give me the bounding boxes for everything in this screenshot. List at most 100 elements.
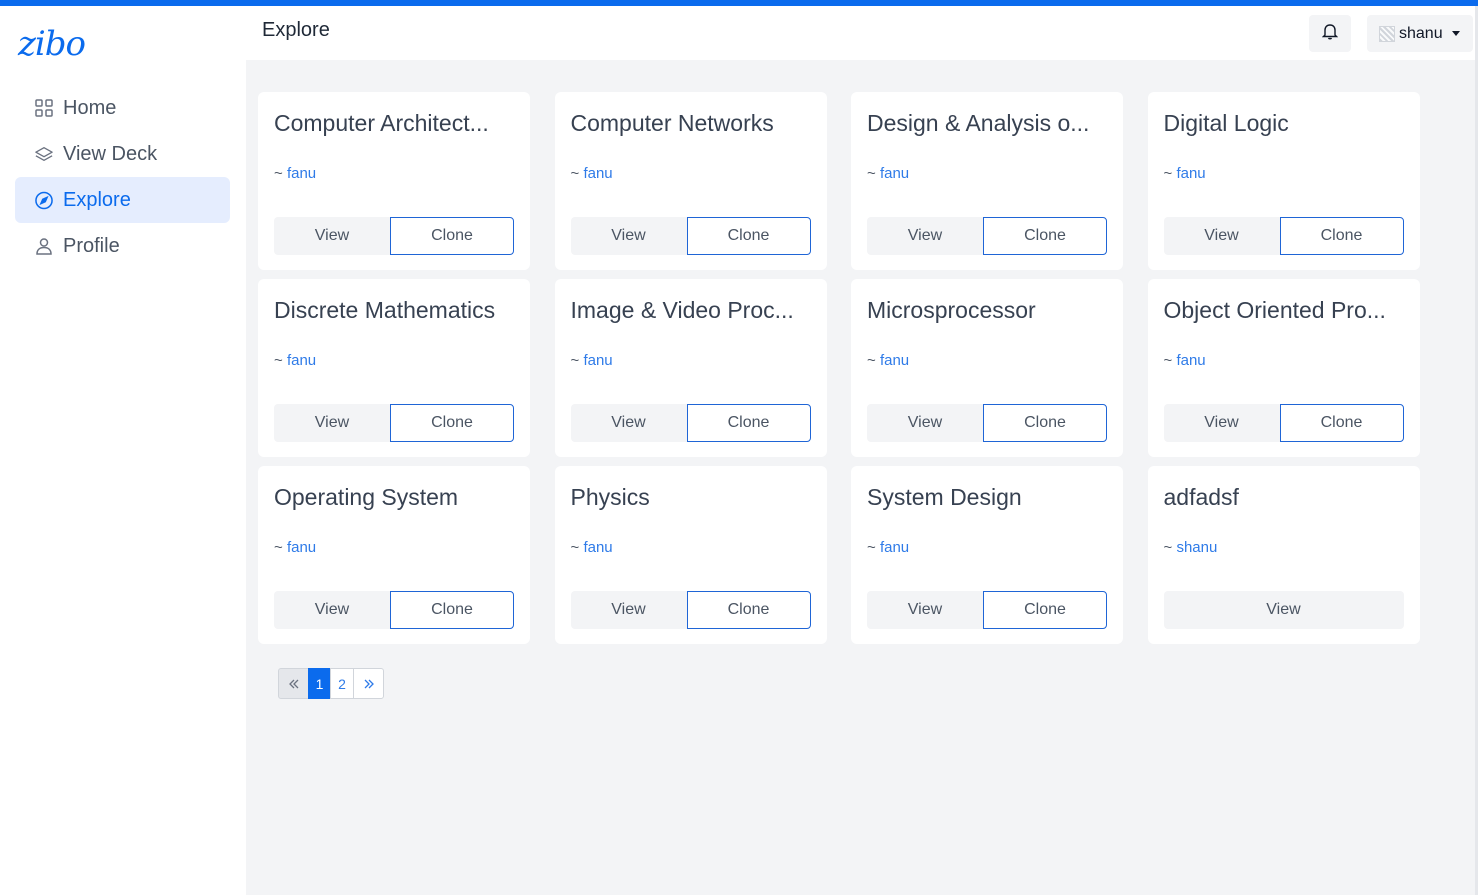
deck-author: ~ fanu [867,352,909,369]
author-prefix: ~ [570,352,580,369]
deck-author: ~ fanu [571,352,613,369]
deck-actions: View Clone [274,217,514,255]
deck-title: Object Oriented Pro... [1163,297,1386,323]
pagination-prev-button[interactable] [278,668,309,699]
pagination-page-1[interactable]: 1 [308,668,331,699]
deck-card: Operating System ~ fanu View Clone [258,466,530,644]
grid-icon [35,99,53,117]
logo[interactable]: zibo [18,24,86,64]
deck-card: adfadsf ~ shanu View [1147,466,1420,644]
clone-button[interactable]: Clone [686,591,811,629]
user-icon [35,237,53,255]
clone-button[interactable]: Clone [686,217,811,255]
deck-actions: View Clone [867,591,1107,629]
sidebar-item-label: View Deck [63,142,158,165]
view-button[interactable]: View [1163,217,1280,255]
deck-card: Digital Logic ~ fanu View Clone [1147,92,1420,270]
deck-card: Computer Architect... ~ fanu View Clone [258,92,530,270]
deck-actions: View Clone [570,404,811,442]
deck-title: Operating System [274,484,459,510]
deck-author: ~ shanu [1164,539,1218,556]
sidebar-nav: Home View Deck Explore Profile [15,85,230,269]
author-link[interactable]: fanu [287,539,316,556]
view-button[interactable]: View [570,591,687,629]
view-button[interactable]: View [867,591,983,629]
author-link[interactable]: fanu [1176,352,1205,369]
clone-button[interactable]: Clone [390,404,514,442]
author-link[interactable]: fanu [287,352,316,369]
author-link[interactable]: fanu [583,165,612,182]
compass-icon [35,191,53,209]
deck-title: Computer Networks [570,110,774,136]
deck-author: ~ fanu [571,539,613,556]
avatar [1379,25,1395,42]
author-prefix: ~ [570,165,580,182]
author-prefix: ~ [1163,352,1173,369]
deck-author: ~ fanu [867,165,909,182]
pagination-next-button[interactable] [353,668,384,699]
user-name: shanu [1399,24,1443,42]
deck-author: ~ fanu [274,352,316,369]
sidebar-item-home[interactable]: Home [15,85,230,131]
deck-title: Design & Analysis o... [867,110,1090,136]
clone-button[interactable]: Clone [390,591,514,629]
view-button[interactable]: View [570,217,687,255]
deck-title: adfadsf [1163,484,1239,510]
sidebar-item-view-deck[interactable]: View Deck [15,131,230,177]
author-link[interactable]: fanu [880,352,909,369]
clone-button[interactable]: Clone [983,591,1107,629]
deck-actions: View Clone [1163,404,1404,442]
deck-author: ~ fanu [867,539,909,556]
notifications-button[interactable] [1309,15,1351,52]
clone-button[interactable]: Clone [1279,404,1404,442]
author-prefix: ~ [867,539,876,556]
deck-title: Microsprocessor [867,297,1036,323]
top-header: Explore shanu [246,6,1478,60]
sidebar-item-explore[interactable]: Explore [15,177,230,223]
author-link[interactable]: shanu [1176,539,1217,556]
view-button[interactable]: View [570,404,687,442]
deck-card: Image & Video Proc... ~ fanu View Clone [554,279,827,457]
caret-down-icon [1451,31,1460,36]
deck-actions: View [1163,591,1404,629]
author-link[interactable]: fanu [1176,165,1205,182]
author-prefix: ~ [867,165,876,182]
deck-card: Computer Networks ~ fanu View Clone [554,92,827,270]
deck-actions: View Clone [570,217,811,255]
pagination: 1 2 [278,668,384,699]
author-prefix: ~ [274,165,283,182]
author-link[interactable]: fanu [880,539,909,556]
view-button[interactable]: View [274,404,390,442]
deck-title: System Design [867,484,1022,510]
author-link[interactable]: fanu [583,539,612,556]
view-button[interactable]: View [867,404,983,442]
deck-title: Image & Video Proc... [570,297,794,323]
deck-actions: View Clone [274,591,514,629]
deck-author: ~ fanu [571,165,613,182]
clone-button[interactable]: Clone [1279,217,1404,255]
deck-actions: View Clone [570,591,811,629]
view-button[interactable]: View [274,217,390,255]
author-link[interactable]: fanu [583,352,612,369]
deck-title: Discrete Mathematics [274,297,496,323]
pagination-page-2[interactable]: 2 [330,668,354,699]
sidebar-item-label: Explore [63,188,131,211]
author-link[interactable]: fanu [287,165,316,182]
deck-actions: View Clone [274,404,514,442]
clone-button[interactable]: Clone [686,404,811,442]
view-button[interactable]: View [274,591,390,629]
sidebar: zibo Home View Deck Explore Profile [0,6,246,895]
sidebar-item-profile[interactable]: Profile [15,223,230,269]
view-button[interactable]: View [867,217,983,255]
author-prefix: ~ [570,539,580,556]
author-link[interactable]: fanu [880,165,909,182]
deck-actions: View Clone [1163,217,1404,255]
view-button[interactable]: View [1163,404,1280,442]
clone-button[interactable]: Clone [983,404,1107,442]
user-menu-button[interactable]: shanu [1367,15,1473,52]
deck-author: ~ fanu [274,165,316,182]
view-button[interactable]: View [1163,591,1404,629]
deck-actions: View Clone [867,404,1107,442]
clone-button[interactable]: Clone [983,217,1107,255]
clone-button[interactable]: Clone [390,217,514,255]
